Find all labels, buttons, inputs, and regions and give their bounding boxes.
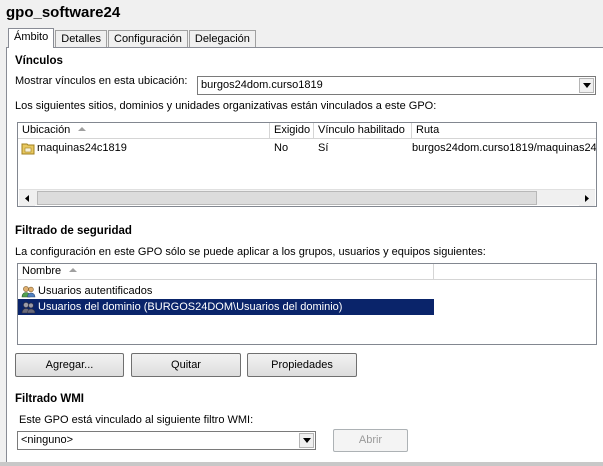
scope-panel: Vínculos Mostrar vínculos en esta ubicac…: [6, 47, 603, 466]
bottom-edge: [0, 462, 603, 466]
window-title: gpo_software24: [6, 4, 121, 21]
tab-ambito[interactable]: Ámbito: [8, 28, 55, 48]
organizational-unit-icon: [21, 142, 35, 155]
security-principal-name: Usuarios autentificados: [38, 285, 153, 297]
link-enabled: Sí: [318, 142, 329, 154]
security-principal-name: Usuarios del dominio (BURGOS24DOM\Usuari…: [38, 301, 343, 313]
chevron-down-icon[interactable]: [299, 433, 314, 448]
wmi-filter-combo[interactable]: <ninguno>: [17, 431, 316, 450]
divider: [7, 384, 603, 385]
tab-detalles[interactable]: Detalles: [55, 30, 107, 47]
scroll-left-icon[interactable]: [19, 190, 35, 206]
links-description: Los siguientes sitios, dominios y unidad…: [15, 100, 437, 112]
wmi-filter-value: <ninguno>: [21, 434, 73, 446]
tab-delegacion[interactable]: Delegación: [188, 30, 256, 47]
column-header-nombre[interactable]: Nombre: [18, 264, 434, 279]
column-header-vinculo-habilitado[interactable]: Vínculo habilitado: [314, 123, 412, 138]
link-enforced: No: [274, 142, 289, 154]
links-list[interactable]: Ubicación Exigido Vínculo habilitado Rut…: [17, 122, 597, 207]
open-wmi-button[interactable]: Abrir: [333, 429, 408, 452]
security-filtering-list[interactable]: Nombre Usuarios autentificados Usuarios …: [17, 263, 597, 345]
properties-button[interactable]: Propiedades: [247, 353, 357, 377]
scrollbar-thumb[interactable]: [37, 191, 537, 205]
scroll-right-icon[interactable]: [579, 190, 595, 206]
sort-ascending-icon: [69, 268, 78, 273]
tab-strip: Ámbito Detalles Configuración Delegación: [8, 28, 257, 48]
links-heading: Vínculos: [15, 55, 63, 67]
security-filtering-description: La configuración en este GPO sólo se pue…: [15, 246, 486, 258]
column-header-exigido[interactable]: Exigido: [270, 123, 314, 138]
wmi-filtering-heading: Filtrado WMI: [15, 393, 84, 405]
table-row[interactable]: maquinas24c1819 No Sí burgos24dom.curso1…: [18, 140, 596, 156]
link-location-name: maquinas24c1819: [37, 142, 127, 154]
security-list-header: Nombre: [18, 264, 596, 280]
links-location-label: Mostrar vínculos en esta ubicación:: [15, 75, 188, 87]
remove-button[interactable]: Quitar: [131, 353, 241, 377]
tab-configuracion[interactable]: Configuración: [108, 30, 188, 47]
list-item-selected[interactable]: Usuarios del dominio (BURGOS24DOM\Usuari…: [18, 299, 434, 315]
wmi-description: Este GPO está vinculado al siguiente fil…: [19, 414, 254, 426]
security-filtering-heading: Filtrado de seguridad: [15, 225, 132, 237]
links-location-combo[interactable]: burgos24dom.curso1819: [197, 76, 596, 95]
divider: [7, 217, 603, 218]
column-header-ruta[interactable]: Ruta: [412, 123, 596, 138]
list-item[interactable]: Usuarios autentificados: [18, 283, 434, 299]
links-location-value: burgos24dom.curso1819: [201, 79, 323, 91]
users-group-icon: [21, 301, 36, 314]
users-group-icon: [21, 285, 36, 298]
sort-ascending-icon: [78, 127, 87, 132]
link-path: burgos24dom.curso1819/maquinas24c1819: [412, 142, 596, 154]
chevron-down-icon[interactable]: [579, 78, 594, 93]
add-button[interactable]: Agregar...: [15, 353, 124, 377]
links-list-header: Ubicación Exigido Vínculo habilitado Rut…: [18, 123, 596, 139]
links-horizontal-scrollbar[interactable]: [19, 189, 595, 206]
column-header-ubicacion[interactable]: Ubicación: [18, 123, 270, 138]
